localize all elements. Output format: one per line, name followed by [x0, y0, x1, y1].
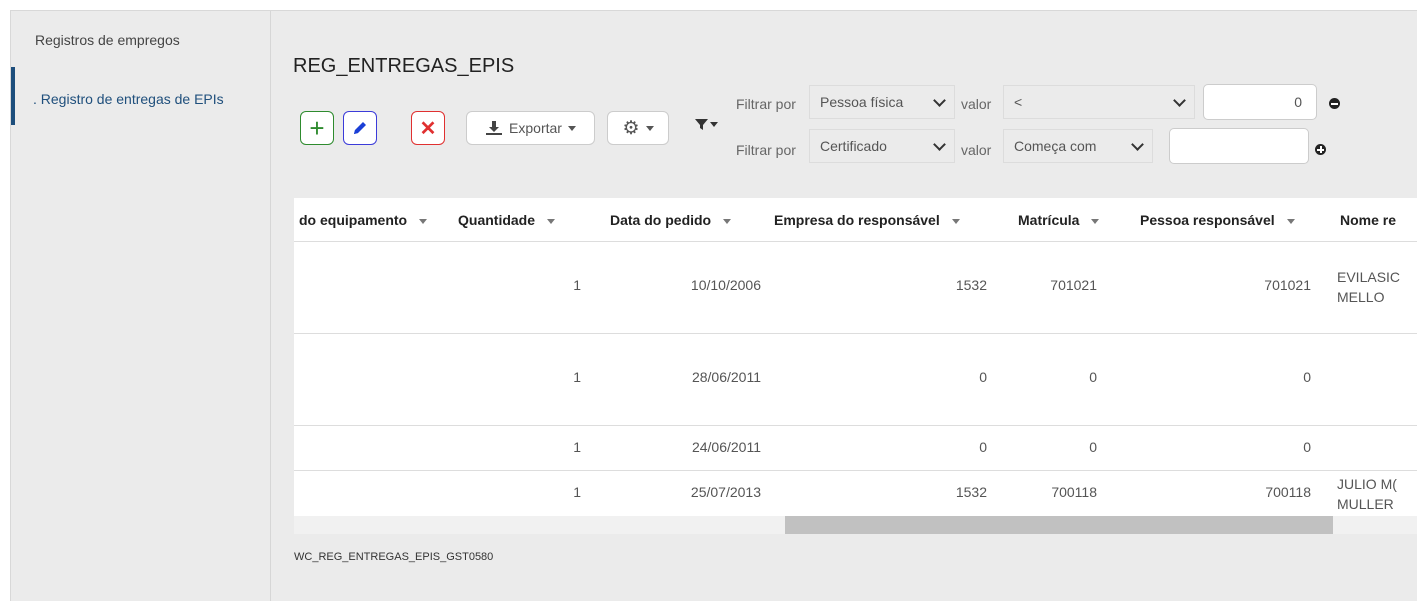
caret-down-icon: [419, 218, 428, 224]
chevron-down-icon: [933, 137, 946, 151]
chevron-down-icon: [1173, 93, 1186, 107]
main-content: REG_ENTREGAS_EPIS + ✕ Exportar ⚙ Filtrar…: [271, 11, 1417, 601]
cell-quantidade: 1: [573, 277, 581, 293]
cell-data-pedido: 25/07/2013: [690, 484, 761, 500]
settings-button[interactable]: ⚙: [607, 111, 669, 145]
export-button[interactable]: Exportar: [466, 111, 595, 145]
caret-down-icon: [1091, 218, 1100, 224]
export-label: Exportar: [509, 120, 562, 136]
table-row[interactable]: 1 25/07/2013 1532 700118 700118 JULIO M(…: [294, 471, 1417, 516]
filter-field-select[interactable]: Certificado: [809, 129, 955, 163]
filter-field-select[interactable]: Pessoa física: [809, 85, 955, 119]
filter-operator-value: Começa com: [1014, 138, 1097, 154]
gear-icon: ⚙: [622, 117, 640, 139]
filter-operator-value: <: [1014, 94, 1023, 110]
cell-empresa: 0: [979, 439, 987, 455]
sidebar-item-registro-entregas-epis[interactable]: . Registro de entregas de EPIs: [33, 91, 224, 107]
cell-pessoa-responsavel: 701021: [1264, 277, 1311, 293]
pencil-icon: [354, 122, 366, 134]
cell-quantidade: 1: [573, 439, 581, 455]
column-header[interactable]: Data do pedido: [610, 212, 732, 228]
cell-matricula: 700118: [1051, 484, 1097, 500]
data-table: do equipamento Quantidade Data do pedido…: [294, 198, 1417, 534]
page-title: REG_ENTREGAS_EPIS: [293, 55, 515, 77]
cell-data-pedido: 24/06/2011: [691, 439, 761, 455]
cell-quantidade: 1: [573, 369, 581, 385]
delete-button[interactable]: ✕: [411, 111, 445, 145]
sidebar-active-indicator: [11, 67, 15, 125]
table-row[interactable]: 1 24/06/2011 0 0 0: [294, 426, 1417, 471]
cell-empresa: 1532: [955, 484, 987, 500]
table-row[interactable]: 1 10/10/2006 1532 701021 701021 EVILASIC…: [294, 242, 1417, 334]
cell-data-pedido: 28/06/2011: [691, 369, 761, 385]
cell-empresa: 1532: [955, 277, 987, 293]
cell-quantidade: 1: [573, 484, 581, 500]
filter-value-label: valor: [961, 142, 992, 158]
cell-matricula: 0: [1089, 439, 1097, 455]
funnel-icon: [695, 119, 708, 130]
filter-field-value: Certificado: [820, 138, 887, 154]
x-icon: ✕: [419, 117, 437, 140]
app-frame: Registros de empregos . Registro de entr…: [10, 10, 1417, 601]
column-header[interactable]: do equipamento: [299, 212, 428, 228]
column-header[interactable]: Matrícula: [1018, 212, 1100, 228]
table-row[interactable]: 1 28/06/2011 0 0 0: [294, 334, 1417, 426]
caret-down-icon: [645, 125, 654, 131]
plus-icon: +: [309, 113, 325, 143]
filter-value-label: valor: [961, 96, 992, 112]
cell-matricula: 701021: [1050, 277, 1097, 293]
scrollbar-thumb[interactable]: [785, 516, 1333, 534]
caret-down-icon: [547, 218, 556, 224]
caret-down-icon: [951, 218, 960, 224]
add-button[interactable]: +: [300, 111, 334, 145]
cell-pessoa-responsavel: 0: [1303, 439, 1311, 455]
cell-empresa: 0: [979, 369, 987, 385]
sidebar-item-registros-empregos[interactable]: Registros de empregos: [35, 32, 180, 48]
filter-label: Filtrar por: [736, 96, 796, 112]
filter-operator-select[interactable]: Começa com: [1003, 129, 1153, 163]
edit-button[interactable]: [343, 111, 377, 145]
filter-operator-select[interactable]: <: [1003, 85, 1195, 119]
add-filter-icon[interactable]: [1315, 144, 1326, 155]
cell-nome: EVILASIC MELLO: [1337, 269, 1401, 305]
filter-field-value: Pessoa física: [820, 94, 904, 110]
chevron-down-icon: [933, 93, 946, 107]
cell-matricula: 0: [1089, 369, 1097, 385]
column-header[interactable]: Quantidade: [458, 212, 556, 228]
cell-pessoa-responsavel: 700118: [1265, 484, 1311, 500]
download-icon: [486, 121, 503, 135]
cell-data-pedido: 10/10/2006: [690, 277, 761, 293]
remove-filter-icon[interactable]: [1329, 98, 1340, 109]
column-header[interactable]: Pessoa responsável: [1140, 212, 1295, 228]
filter-value-input[interactable]: [1169, 128, 1309, 164]
horizontal-scrollbar[interactable]: [294, 516, 1417, 534]
caret-down-icon: [1286, 218, 1295, 224]
caret-down-icon: [723, 218, 732, 224]
filter-value-input[interactable]: 0: [1203, 84, 1317, 120]
form-id-label: WC_REG_ENTREGAS_EPIS_GST0580: [294, 551, 494, 563]
table-header: do equipamento Quantidade Data do pedido…: [294, 198, 1417, 242]
column-header[interactable]: Empresa do responsável: [774, 212, 960, 228]
sidebar: Registros de empregos . Registro de entr…: [11, 11, 271, 601]
cell-pessoa-responsavel: 0: [1303, 369, 1311, 385]
caret-down-icon: [710, 122, 718, 127]
column-header[interactable]: Nome re: [1340, 212, 1396, 228]
cell-nome: JULIO M( MULLER: [1337, 476, 1397, 512]
caret-down-icon: [567, 125, 576, 131]
filter-toggle[interactable]: [695, 118, 718, 131]
chevron-down-icon: [1131, 137, 1144, 151]
filter-label: Filtrar por: [736, 142, 796, 158]
